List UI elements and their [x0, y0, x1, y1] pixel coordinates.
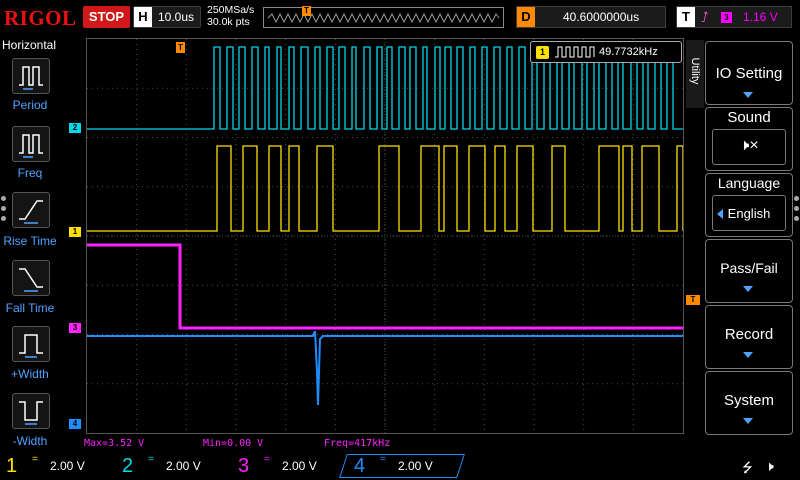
language-label: Language	[717, 175, 781, 191]
top-status-bar: RIGOL STOP H 10.0us 250MSa/s 30.0k pts T…	[0, 0, 800, 36]
frequency-measurement-value: 49.7732kHz	[599, 46, 658, 58]
channel-2-offset-marker[interactable]: 2	[69, 123, 81, 133]
measure-menu: Horizontal Period Freq Rise Time Fall Ti…	[0, 36, 60, 454]
square-wave-icon	[555, 46, 595, 58]
speaker-muted-icon: 🕨	[765, 458, 774, 474]
sample-rate: 250MSa/s	[207, 4, 255, 16]
trigger-label: T	[677, 7, 695, 27]
system-button[interactable]: System	[705, 371, 793, 435]
chevron-down-icon	[743, 92, 753, 98]
memory-trigger-position-marker: T	[302, 6, 311, 16]
horizontal-label: H	[134, 7, 152, 27]
measure-positive-width-button[interactable]	[12, 326, 50, 362]
sound-label: Sound	[727, 109, 771, 126]
channel-1-number: 1	[6, 455, 18, 477]
channel-1-scale: 2.00 V	[50, 459, 85, 473]
measure-rise-time-label: Rise Time	[3, 234, 57, 248]
language-selector[interactable]: English	[712, 195, 786, 231]
channel-3-tab[interactable]: 3 = 2.00 V	[232, 454, 344, 478]
rising-edge-icon: ⭜	[701, 9, 709, 25]
channel-4-number: 4	[354, 455, 366, 477]
memory-overview-bar[interactable]	[263, 7, 504, 28]
rise-time-icon	[19, 200, 43, 224]
waveform-display[interactable]	[86, 38, 684, 434]
language-value: English	[727, 206, 771, 221]
channel-1-coupling: =	[32, 454, 38, 465]
channel-1-tab[interactable]: 1 = 2.00 V	[0, 454, 112, 478]
channel-2-number: 2	[122, 455, 134, 477]
channel-2-scale: 2.00 V	[166, 459, 201, 473]
freq-icon	[19, 134, 43, 158]
channel-1-offset-marker[interactable]: 1	[69, 227, 81, 237]
channel-status-bar: 1 = 2.00 V 2 = 2.00 V 3 = 2.00 V 4 = 2.0…	[0, 454, 800, 480]
left-side-dots	[1, 196, 7, 224]
system-label: System	[723, 392, 774, 409]
channel-4-offset-marker[interactable]: 4	[69, 419, 81, 429]
channel-4-tab[interactable]: 4 = 2.00 V	[348, 454, 460, 478]
channel-3-number: 3	[238, 455, 250, 477]
measure-positive-width-label: +Width	[11, 367, 49, 381]
trigger-position-marker[interactable]: T	[176, 42, 185, 53]
period-icon	[19, 66, 43, 90]
right-side-dots	[794, 196, 800, 224]
chevron-down-icon	[743, 418, 753, 424]
channel-2-tab[interactable]: 2 = 2.00 V	[116, 454, 228, 478]
trigger-display[interactable]: T ⭜ 3 1.16 V	[676, 6, 792, 28]
measure-negative-width-label: -Width	[12, 434, 48, 448]
measure-negative-width-button[interactable]	[12, 393, 50, 429]
speaker-muted-icon: 🕨×	[739, 137, 759, 154]
pass-fail-label: Pass/Fail	[720, 260, 778, 276]
sound-button[interactable]: Sound 🕨×	[705, 107, 793, 171]
trigger-source: 3	[721, 12, 732, 23]
sound-toggle[interactable]: 🕨×	[712, 129, 786, 165]
chevron-down-icon	[743, 352, 753, 358]
measure-freq-label: Freq	[17, 166, 43, 180]
fall-time-icon	[19, 268, 43, 292]
measurement-channel-badge: 1	[536, 46, 549, 59]
trigger-level: 1.16 V	[743, 10, 778, 24]
channel-3-offset-marker[interactable]: 3	[69, 323, 81, 333]
measure-period-label: Period	[12, 98, 48, 112]
memory-depth: 30.0k pts	[207, 16, 250, 28]
delay-value: 40.6000000us	[563, 10, 640, 24]
usb-icon: ⭍	[742, 460, 753, 475]
measure-freq-button[interactable]	[12, 126, 50, 162]
delay-display[interactable]: D 40.6000000us	[516, 6, 666, 28]
io-setting-label: IO Setting	[715, 65, 783, 82]
chevron-down-icon	[743, 286, 753, 292]
freq-readout: Freq=417kHz	[324, 438, 391, 449]
positive-width-icon	[19, 334, 43, 358]
waveform-canvas	[87, 39, 683, 433]
channel-3-coupling: =	[264, 454, 270, 465]
channel-1-trace	[87, 145, 683, 232]
channel-4-coupling: =	[380, 454, 386, 465]
negative-width-icon	[19, 401, 43, 425]
timebase-value: 10.0us	[158, 10, 195, 24]
channel-3-scale: 2.00 V	[282, 459, 317, 473]
channel-2-coupling: =	[148, 454, 154, 465]
run-stop-status[interactable]: STOP	[83, 6, 130, 28]
channel-4-scale: 2.00 V	[398, 459, 433, 473]
trigger-level-marker[interactable]: T	[686, 295, 700, 305]
max-readout: Max=3.52 V	[84, 438, 145, 449]
rigol-logo: RIGOL	[4, 6, 77, 30]
record-button[interactable]: Record	[705, 305, 793, 369]
language-button[interactable]: Language English	[705, 173, 793, 237]
utility-menu-tab[interactable]: Utility	[686, 40, 704, 108]
pass-fail-button[interactable]: Pass/Fail	[705, 239, 793, 303]
io-setting-button[interactable]: IO Setting	[705, 41, 793, 105]
measure-fall-time-label: Fall Time	[5, 301, 55, 315]
measure-fall-time-button[interactable]	[12, 260, 50, 296]
measure-rise-time-button[interactable]	[12, 192, 50, 228]
frequency-measurement-box: 1 49.7732kHz	[530, 41, 682, 63]
utility-tab-label: Utility	[689, 57, 701, 85]
measure-menu-title: Horizontal	[2, 38, 57, 52]
delay-label: D	[517, 7, 535, 27]
timebase-display[interactable]: H 10.0us	[133, 6, 201, 28]
acquisition-info: 250MSa/s 30.0k pts	[207, 4, 254, 28]
record-label: Record	[724, 326, 774, 343]
min-readout: Min=0.00 V	[203, 438, 264, 449]
measure-period-button[interactable]	[12, 58, 50, 94]
